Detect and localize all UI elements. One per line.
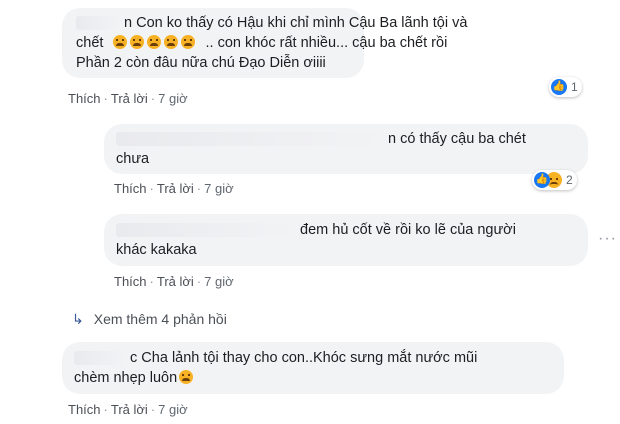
blurred-author-name (76, 16, 120, 31)
like-link[interactable]: Thích (114, 274, 147, 289)
comment-text-line: Phần 2 còn đâu nữa chú Đạo Diễn ơiiii (76, 55, 326, 71)
like-link[interactable]: Thích (68, 91, 101, 106)
crying-face-icon (147, 35, 162, 49)
crying-face-icon (113, 35, 128, 49)
reply-link[interactable]: Trả lời (157, 274, 194, 289)
comment-actions-1: Thích · Trả lời · 7 giờ (68, 91, 188, 106)
more-options-icon[interactable]: ··· (598, 230, 617, 248)
crying-face-icon (130, 35, 145, 49)
reaction-count: 2 (566, 173, 573, 187)
like-link[interactable]: Thích (68, 402, 101, 417)
timestamp[interactable]: 7 giờ (158, 91, 188, 106)
comment-text-line: đem hủ cốt về rồi ko lẽ của người (300, 222, 516, 238)
comment-text-line: khác kakaka (116, 242, 197, 258)
reaction-summary-2[interactable]: 👍 2 (532, 170, 577, 190)
timestamp[interactable]: 7 giờ (204, 274, 234, 289)
reply-link[interactable]: Trả lời (111, 91, 148, 106)
comment-actions-2: Thích · Trả lời · 7 giờ (114, 181, 234, 196)
blurred-author-name (116, 132, 384, 147)
crying-emoji-group (113, 35, 202, 51)
like-icon: 👍 (551, 79, 567, 95)
comment-text-line: .. con khóc rất nhiều... cậu ba chết rồi (205, 35, 448, 51)
like-icon: 👍 (534, 172, 550, 188)
comment-text-line: n Con ko thấy có Hậu khi chỉ mình Cậu Ba… (124, 15, 468, 31)
reaction-count: 1 (571, 80, 578, 94)
timestamp[interactable]: 7 giờ (158, 402, 188, 417)
reply-link[interactable]: Trả lời (157, 181, 194, 196)
comment-text-line: chèm nhẹp luôn (74, 370, 178, 386)
view-more-label: Xem thêm 4 phản hồi (93, 311, 227, 327)
comment-bubble-4: c Cha lảnh tội thay cho con..Khóc sưng m… (62, 342, 564, 394)
comment-text-line: chưa (116, 151, 150, 167)
timestamp[interactable]: 7 giờ (204, 181, 234, 196)
view-more-replies[interactable]: ↳ Xem thêm 4 phản hồi (72, 311, 227, 328)
comment-text-line: c Cha lảnh tội thay cho con..Khóc sưng m… (130, 350, 478, 366)
comment-bubble-1: n Con ko thấy có Hậu khi chỉ mình Cậu Ba… (62, 8, 467, 78)
reply-link[interactable]: Trả lời (111, 402, 148, 417)
crying-face-icon (181, 35, 196, 49)
crying-face-icon (179, 370, 194, 384)
comment-text-line: chết (76, 35, 104, 51)
like-link[interactable]: Thích (114, 181, 147, 196)
comment-actions-3: Thích · Trả lời · 7 giờ (114, 274, 234, 289)
blurred-author-name (116, 223, 296, 238)
blurred-author-name (74, 351, 126, 366)
comment-actions-4: Thích · Trả lời · 7 giờ (68, 402, 188, 417)
crying-face-icon (164, 35, 179, 49)
reply-arrow-icon: ↳ (72, 311, 84, 327)
comment-bubble-3: đem hủ cốt về rồi ko lẽ của người khác k… (104, 214, 588, 266)
comment-bubble-2: n có thấy cậu ba chét chưa (104, 124, 588, 174)
reaction-summary-1[interactable]: 👍 1 (549, 77, 582, 97)
comment-text-line: n có thấy cậu ba chét (388, 131, 526, 147)
